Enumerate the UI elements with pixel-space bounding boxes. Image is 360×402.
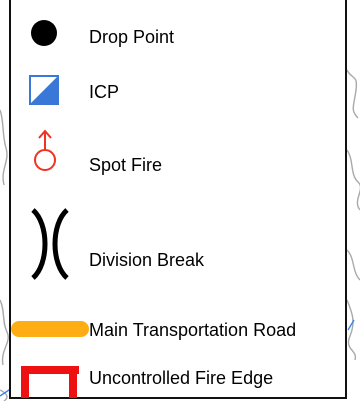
legend-label-division-break: Division Break [89, 250, 205, 270]
legend-label-icp: ICP [89, 82, 120, 102]
division-break-icon [31, 208, 69, 280]
spot-fire-icon [34, 129, 56, 171]
map-legend: Drop Point ICP Spot Fire Division Break … [9, 0, 347, 399]
fire-edge-icon [21, 366, 79, 398]
main-road-icon [11, 321, 89, 337]
contour-line [0, 299, 9, 366]
contour-line [346, 149, 360, 211]
contour-line [346, 249, 360, 281]
contour-line [346, 69, 359, 119]
legend-label-main-road: Main Transportation Road [89, 320, 297, 340]
icp-icon [29, 75, 59, 105]
legend-label-spot-fire: Spot Fire [89, 155, 163, 175]
legend-label-fire-edge: Uncontrolled Fire Edge [89, 368, 274, 388]
legend-label-drop-point: Drop Point [89, 27, 175, 47]
drop-point-icon [31, 20, 57, 46]
contour-line [0, 109, 8, 186]
